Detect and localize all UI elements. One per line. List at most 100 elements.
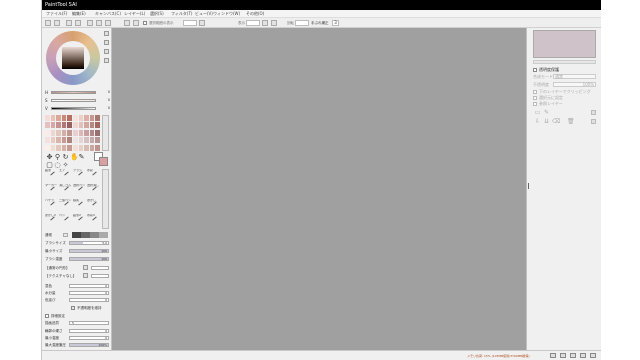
brush-grid-scrollbar[interactable] — [102, 169, 109, 229]
swatch-27[interactable] — [84, 129, 89, 136]
menu-canvas[interactable]: キャンバス(C) — [95, 11, 121, 17]
swatch-29[interactable] — [95, 129, 100, 136]
persistence-row[interactable]: 色延び 0 — [45, 297, 109, 303]
swatch-21[interactable] — [50, 129, 56, 136]
swatch-45[interactable] — [72, 144, 78, 151]
brush-slot[interactable]: マーカー — [45, 184, 59, 194]
brush-texture-button[interactable] — [83, 273, 88, 278]
menu-edit[interactable]: 編集(E) — [72, 11, 86, 17]
zoom-out-button[interactable] — [87, 20, 93, 26]
swatch-0[interactable] — [45, 115, 50, 121]
swatch-33[interactable] — [61, 137, 67, 144]
swatch-43[interactable] — [61, 144, 67, 151]
invert-selection-button[interactable] — [75, 20, 81, 26]
edge-hardness-row[interactable]: 輪郭の硬さ 0 — [45, 328, 109, 334]
water-row[interactable]: 水分量 0 — [45, 290, 109, 296]
swatch-38[interactable] — [89, 137, 95, 144]
swatch-19[interactable] — [95, 122, 100, 129]
layer-panel-scroll-up[interactable] — [591, 110, 596, 115]
move-tool-icon[interactable]: ✥ — [46, 154, 53, 161]
zoom-in-button[interactable] — [96, 20, 102, 26]
min-size-bar[interactable]: 100 — [69, 249, 109, 253]
canvas-area[interactable] — [112, 28, 526, 350]
swatch-30[interactable] — [45, 137, 50, 144]
swatch-10[interactable] — [45, 122, 50, 129]
detail-toggle-checkbox[interactable] — [45, 314, 49, 318]
splitter-handle[interactable] — [528, 183, 529, 189]
blending-bar[interactable]: 0 — [69, 284, 109, 288]
swatch-12[interactable] — [56, 122, 61, 129]
ctrl-key-icon[interactable] — [570, 353, 576, 358]
swatch-34[interactable] — [67, 137, 72, 144]
new-layer-icon[interactable]: ▭ — [534, 109, 541, 116]
reference-layer-checkbox[interactable] — [533, 102, 537, 106]
preserve-opacity-checkbox[interactable] — [533, 68, 537, 72]
zoom-reset-button[interactable] — [105, 20, 111, 26]
brush-shape-presets[interactable] — [72, 232, 108, 238]
select-tool-icon[interactable]: ▢ — [46, 162, 53, 169]
navigator-preview[interactable] — [533, 30, 596, 58]
swatch-41[interactable] — [50, 144, 56, 151]
brush-slot[interactable]: 選択消し — [87, 184, 101, 194]
hand-tool-icon[interactable]: ✋ — [70, 154, 79, 161]
layer-opacity-bar[interactable]: 100% — [553, 82, 596, 87]
quality-row[interactable]: 描画品質 5 — [45, 320, 109, 326]
navigator-zoom-bar[interactable] — [533, 60, 596, 64]
hue-bar[interactable] — [51, 91, 96, 94]
swatch-23[interactable] — [61, 129, 67, 136]
brush-slot[interactable]: 水彩 — [87, 169, 101, 179]
blend-mode-dropdown[interactable] — [63, 233, 68, 237]
space-key-icon[interactable] — [590, 353, 596, 358]
color-saturation-square[interactable] — [62, 47, 84, 69]
alt-key-icon[interactable] — [580, 353, 586, 358]
swatch-17[interactable] — [84, 122, 89, 129]
swatch-48[interactable] — [89, 144, 95, 151]
brush-slot[interactable]: ブラシ — [73, 169, 87, 179]
eyedropper-tool-icon[interactable]: ✎ — [78, 154, 85, 161]
swatch-4[interactable] — [67, 115, 72, 121]
brush-slot[interactable]: 二値ペン — [59, 199, 73, 209]
menu-layer[interactable]: レイヤー(L) — [124, 11, 145, 17]
min-size-row[interactable]: 最小サイズ 100 — [45, 248, 109, 254]
swatch-24[interactable] — [67, 129, 72, 136]
color-wheel[interactable] — [46, 31, 100, 85]
menu-filter[interactable]: フィルタ(T) — [171, 11, 192, 17]
swatch-28[interactable] — [89, 129, 95, 136]
menu-window[interactable]: ウィンドウ(W) — [213, 11, 240, 17]
new-linework-layer-icon[interactable]: ✎ — [543, 109, 550, 116]
flip-horizontal-button[interactable] — [262, 20, 268, 26]
background-color[interactable] — [99, 157, 108, 166]
water-bar[interactable]: 0 — [69, 291, 109, 295]
brush-slot[interactable]: ぼかし — [87, 199, 101, 209]
brush-shape-strength[interactable] — [91, 266, 109, 270]
swatch-44[interactable] — [67, 144, 72, 151]
saturation-slider[interactable]: S 0 — [45, 98, 110, 103]
blending-row[interactable]: 混色 0 — [45, 283, 109, 289]
detail-header-row[interactable]: 詳細設定 — [45, 313, 109, 319]
transfer-down-icon[interactable]: ⇩ — [534, 118, 541, 125]
hue-slider[interactable]: H 0 — [45, 90, 110, 95]
value-slider[interactable]: V 0 — [45, 106, 110, 111]
brush-texture-row[interactable]: 【テクスチャなし】 — [45, 273, 109, 279]
swatch-5[interactable] — [72, 115, 78, 121]
rotate-left-button[interactable] — [124, 20, 130, 26]
keep-opacity-checkbox[interactable] — [71, 306, 75, 310]
max-density-pressure-bar[interactable]: 100% — [69, 343, 109, 347]
swatch-3[interactable] — [61, 115, 67, 121]
lasso-tool-icon[interactable]: ◌ — [54, 162, 61, 169]
rotation-field[interactable] — [246, 20, 260, 26]
magic-wand-tool-icon[interactable]: ✧ — [62, 162, 69, 169]
selection-source-checkbox[interactable] — [533, 96, 537, 100]
clear-layer-icon[interactable]: ⌫ — [552, 118, 560, 125]
swatch-49[interactable] — [95, 144, 100, 151]
brush-shape-row[interactable]: 【通常の円形】 — [45, 265, 109, 271]
shift-key-icon[interactable] — [560, 353, 566, 358]
keep-opacity-row[interactable]: 不透明度を維持 — [45, 305, 109, 311]
palette-toggle[interactable] — [104, 58, 109, 63]
title-bar[interactable]: PaintTool SAI — [42, 0, 601, 10]
layer-blend-select[interactable]: 通常 — [553, 74, 596, 79]
rotate-tool-icon[interactable]: ↻ — [62, 154, 69, 161]
color-wheel-toggle[interactable] — [104, 31, 109, 36]
brush-slot[interactable]: ぼかし2 — [45, 214, 59, 224]
zoom-tool-icon[interactable]: ⚲ — [54, 154, 61, 161]
